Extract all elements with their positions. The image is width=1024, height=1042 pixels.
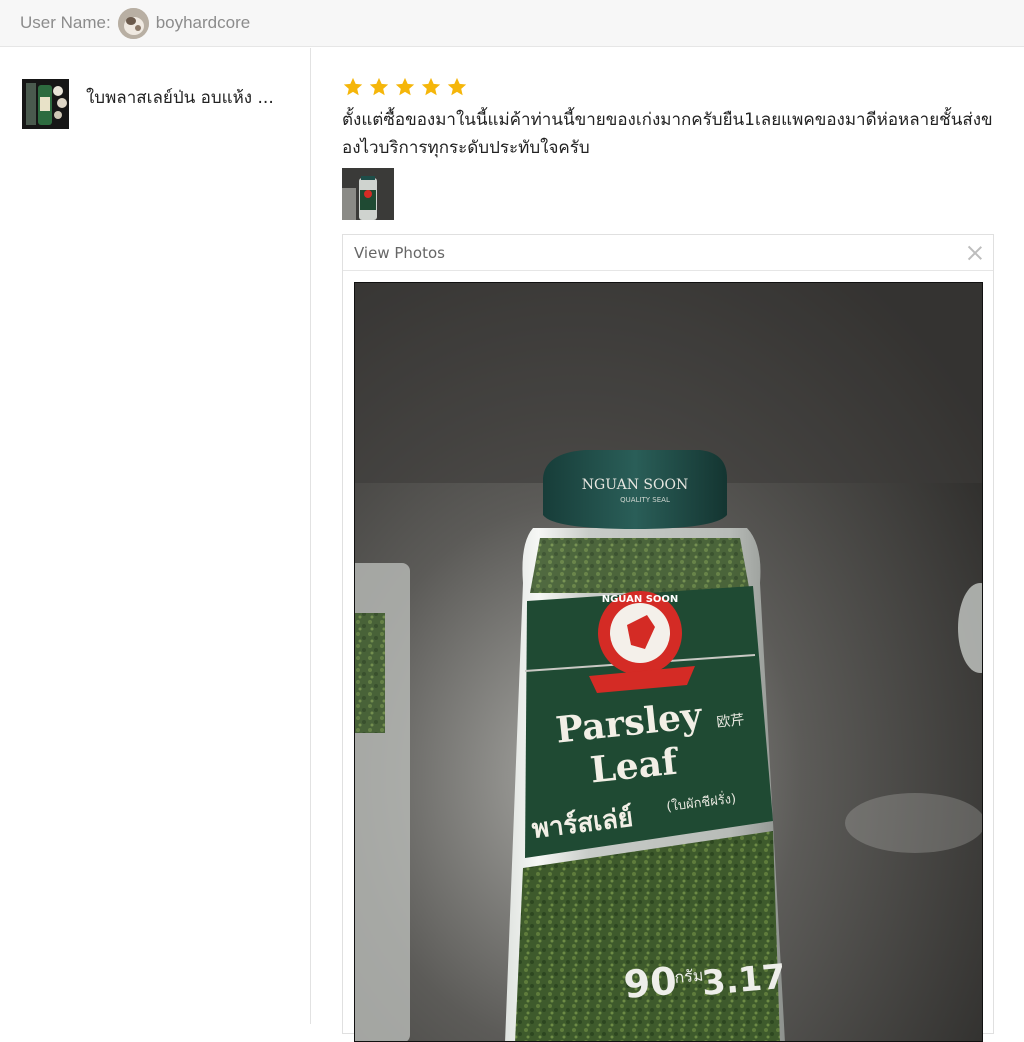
product-item[interactable]: ใบพลาสเลย์ป่น อบแห้ง ...: [22, 79, 286, 129]
photo-viewer-header: View Photos: [343, 235, 993, 271]
logo-text: NGUAN SOON: [602, 594, 679, 605]
rating-stars: [342, 76, 468, 98]
close-icon[interactable]: [968, 246, 982, 260]
product-title[interactable]: ใบพลาสเลย์ป่น อบแห้ง ...: [86, 84, 286, 111]
label-chinese: 欧芹: [716, 712, 746, 731]
username[interactable]: boyhardcore: [156, 13, 251, 33]
user-name-label: User Name:: [20, 13, 111, 32]
star-icon: [421, 77, 441, 96]
star-icon: [343, 77, 363, 96]
star-icon: [395, 77, 415, 96]
star-icon: [447, 77, 467, 96]
top-bar: User Name: boyhardcore: [0, 0, 1024, 47]
product-thumbnail[interactable]: [22, 79, 69, 129]
avatar[interactable]: [117, 7, 149, 39]
review-panel: ตั้งแต่ซื้อของมาในนี้แม่ค้าท่านนี้ขายของ…: [312, 48, 1024, 1042]
photo-viewer: View Photos NGUAN SOON QUALITY SEAL NGUA…: [342, 234, 994, 1042]
cap-subtext: QUALITY SEAL: [620, 496, 670, 504]
photo-viewer-title: View Photos: [354, 243, 445, 262]
product-photo: NGUAN SOON QUALITY SEAL NGUAN SOON Parsl…: [354, 282, 983, 1042]
product-panel: ใบพลาสเลย์ป่น อบแห้ง ...: [0, 48, 311, 1024]
cap-text: NGUAN SOON: [582, 477, 688, 493]
weight-value: 90: [622, 959, 679, 1007]
review-photo-thumbnail[interactable]: [342, 168, 394, 220]
weight-oz: 3.17: [700, 957, 787, 1004]
review-text: ตั้งแต่ซื้อของมาในนี้แม่ค้าท่านนี้ขายของ…: [342, 110, 993, 158]
star-icon: [369, 77, 389, 96]
weight-unit: กรัม: [674, 966, 704, 987]
product-photo-image: NGUAN SOON QUALITY SEAL NGUAN SOON Parsl…: [355, 283, 982, 1041]
